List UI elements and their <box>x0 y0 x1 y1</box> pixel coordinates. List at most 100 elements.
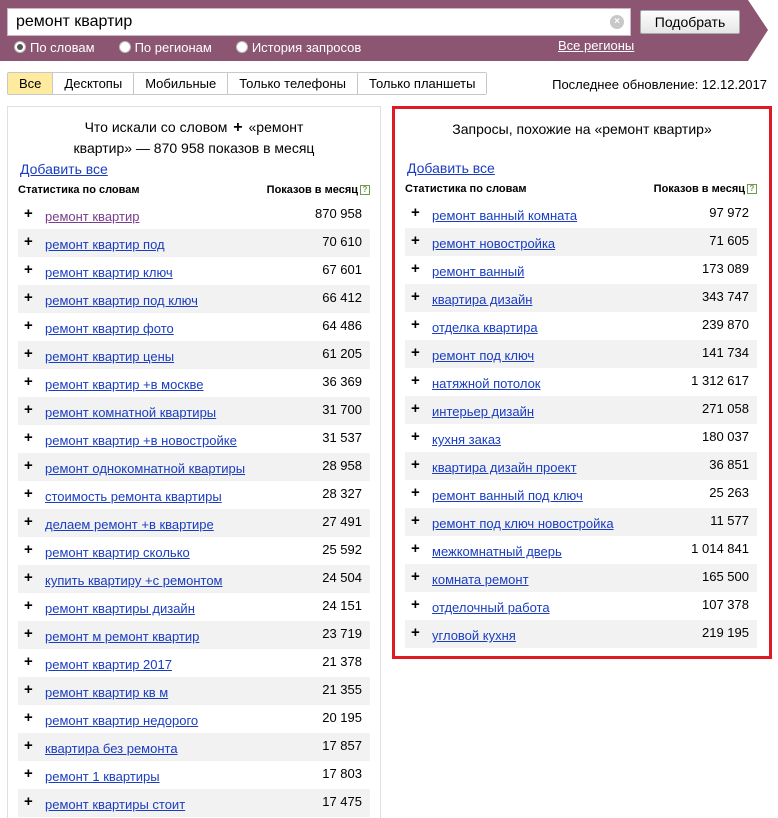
title-prefix: Что искали со словом <box>84 119 228 135</box>
table-row: + ремонт м ремонт квартир 23 719 <box>18 621 370 649</box>
add-keyword-plus-icon[interactable]: + <box>411 541 420 556</box>
add-keyword-plus-icon[interactable]: + <box>24 458 33 473</box>
table-row: + стоимость ремонта квартиры 28 327 <box>18 481 370 509</box>
submit-button[interactable]: Подобрать <box>640 10 740 34</box>
clear-icon[interactable]: × <box>610 15 624 29</box>
keyword-link[interactable]: кухня заказ <box>432 432 501 447</box>
keyword-link[interactable]: купить квартиру +с ремонтом <box>45 573 223 588</box>
add-keyword-plus-icon[interactable]: + <box>24 598 33 613</box>
keyword-link[interactable]: квартира дизайн <box>432 292 532 307</box>
keyword-link[interactable]: угловой кухня <box>432 628 516 643</box>
keyword-link[interactable]: ремонт квартиры дизайн <box>45 601 195 616</box>
add-keyword-plus-icon[interactable]: + <box>411 261 420 276</box>
keyword-link[interactable]: комната ремонт <box>432 572 529 587</box>
add-keyword-plus-icon[interactable]: + <box>24 402 33 417</box>
add-keyword-plus-icon[interactable]: + <box>24 710 33 725</box>
help-icon[interactable]: ? <box>747 184 757 194</box>
tab-mobile[interactable]: Мобильные <box>133 73 228 94</box>
table-row: + квартира дизайн 343 747 <box>405 284 757 312</box>
add-keyword-plus-icon[interactable]: + <box>411 513 420 528</box>
add-keyword-plus-icon[interactable]: + <box>24 430 33 445</box>
tab-all[interactable]: Все <box>8 73 53 94</box>
add-keyword-plus-icon[interactable]: + <box>411 317 420 332</box>
keyword-link[interactable]: ремонт 1 квартиры <box>45 769 160 784</box>
keyword-link[interactable]: стоимость ремонта квартиры <box>45 489 222 504</box>
add-keyword-plus-icon[interactable]: + <box>24 682 33 697</box>
add-keyword-plus-icon[interactable]: + <box>24 290 33 305</box>
add-keyword-plus-icon[interactable]: + <box>411 569 420 584</box>
impressions-count: 97 972 <box>709 205 749 220</box>
add-keyword-plus-icon[interactable]: + <box>411 625 420 640</box>
tab-desktops[interactable]: Десктопы <box>52 73 134 94</box>
all-regions-link[interactable]: Все регионы <box>558 38 634 53</box>
add-all-link[interactable]: Добавить все <box>20 161 108 177</box>
keyword-link[interactable]: ремонт квартир сколько <box>45 545 190 560</box>
keyword-link[interactable]: ремонт ванный <box>432 264 524 279</box>
keyword-link[interactable]: натяжной потолок <box>432 376 540 391</box>
keyword-link[interactable]: межкомнатный дверь <box>432 544 562 559</box>
add-keyword-plus-icon[interactable]: + <box>411 233 420 248</box>
add-keyword-plus-icon[interactable]: + <box>24 318 33 333</box>
radio-history[interactable]: История запросов <box>235 38 361 56</box>
keyword-link[interactable]: ремонт ванный комната <box>432 208 577 223</box>
add-keyword-plus-icon[interactable]: + <box>411 345 420 360</box>
add-keyword-plus-icon[interactable]: + <box>24 374 33 389</box>
keyword-link[interactable]: квартира без ремонта <box>45 741 178 756</box>
keyword-link[interactable]: ремонт квартир недорого <box>45 713 198 728</box>
keyword-link[interactable]: ремонт квартиры стоит <box>45 797 185 812</box>
keyword-link[interactable]: ремонт квартир +в новостройке <box>45 433 237 448</box>
add-keyword-plus-icon[interactable]: + <box>24 654 33 669</box>
add-keyword-plus-icon[interactable]: + <box>24 738 33 753</box>
keyword-link[interactable]: ремонт под ключ <box>432 348 534 363</box>
keyword-link[interactable]: ремонт квартир 2017 <box>45 657 172 672</box>
add-keyword-plus-icon[interactable]: + <box>24 346 33 361</box>
plus-icon[interactable]: + <box>233 119 242 136</box>
tab-phones-only[interactable]: Только телефоны <box>227 73 358 94</box>
keyword-link[interactable]: ремонт квартир ключ <box>45 265 173 280</box>
add-keyword-plus-icon[interactable]: + <box>24 794 33 809</box>
add-keyword-plus-icon[interactable]: + <box>24 570 33 585</box>
keyword-link[interactable]: отделочный работа <box>432 600 550 615</box>
keyword-link[interactable]: ремонт новостройка <box>432 236 555 251</box>
keyword-link[interactable]: отделка квартира <box>432 320 538 335</box>
keyword-link[interactable]: ремонт квартир +в москве <box>45 377 204 392</box>
add-keyword-plus-icon[interactable]: + <box>411 457 420 472</box>
keyword-link[interactable]: ремонт квартир <box>45 209 139 224</box>
add-keyword-plus-icon[interactable]: + <box>411 373 420 388</box>
keyword-link[interactable]: ремонт квартир под ключ <box>45 293 198 308</box>
add-keyword-plus-icon[interactable]: + <box>24 542 33 557</box>
add-keyword-plus-icon[interactable]: + <box>411 429 420 444</box>
add-keyword-plus-icon[interactable]: + <box>24 234 33 249</box>
add-keyword-plus-icon[interactable]: + <box>411 205 420 220</box>
add-keyword-plus-icon[interactable]: + <box>411 485 420 500</box>
add-keyword-plus-icon[interactable]: + <box>24 766 33 781</box>
keyword-link[interactable]: квартира дизайн проект <box>432 460 577 475</box>
keyword-link[interactable]: ремонт однокомнатной квартиры <box>45 461 245 476</box>
add-keyword-plus-icon[interactable]: + <box>24 486 33 501</box>
add-keyword-plus-icon[interactable]: + <box>24 514 33 529</box>
add-keyword-plus-icon[interactable]: + <box>24 206 33 221</box>
add-keyword-plus-icon[interactable]: + <box>24 626 33 641</box>
keyword-link[interactable]: ремонт квартир кв м <box>45 685 168 700</box>
keyword-link[interactable]: интерьер дизайн <box>432 404 534 419</box>
keyword-link[interactable]: ремонт ванный под ключ <box>432 488 583 503</box>
add-keyword-plus-icon[interactable]: + <box>24 262 33 277</box>
add-keyword-plus-icon[interactable]: + <box>411 401 420 416</box>
help-icon[interactable]: ? <box>360 185 370 195</box>
table-row: + ремонт квартир цены 61 205 <box>18 341 370 369</box>
keyword-link[interactable]: делаем ремонт +в квартире <box>45 517 214 532</box>
keyword-link[interactable]: ремонт под ключ новостройка <box>432 516 614 531</box>
add-keyword-plus-icon[interactable]: + <box>411 289 420 304</box>
tab-tablets-only[interactable]: Только планшеты <box>357 73 487 94</box>
col-shows-header: Показов в месяц? <box>654 183 757 195</box>
search-input[interactable]: ремонт квартир × <box>7 8 631 36</box>
radio-by-words[interactable]: По словам <box>14 38 95 56</box>
add-all-link[interactable]: Добавить все <box>407 160 495 176</box>
keyword-link[interactable]: ремонт квартир фото <box>45 321 174 336</box>
keyword-link[interactable]: ремонт квартир цены <box>45 349 174 364</box>
add-keyword-plus-icon[interactable]: + <box>411 597 420 612</box>
keyword-link[interactable]: ремонт квартир под <box>45 237 165 252</box>
keyword-link[interactable]: ремонт м ремонт квартир <box>45 629 199 644</box>
keyword-link[interactable]: ремонт комнатной квартиры <box>45 405 216 420</box>
radio-by-regions[interactable]: По регионам <box>118 38 212 56</box>
